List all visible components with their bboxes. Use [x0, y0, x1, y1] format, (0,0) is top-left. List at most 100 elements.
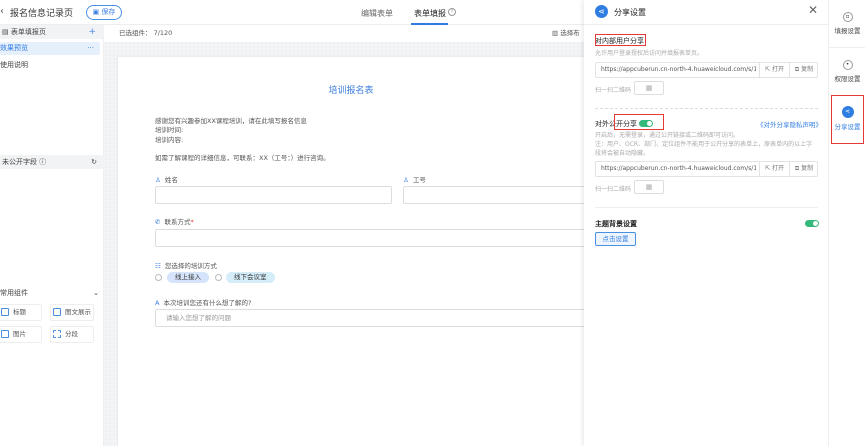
share-settings-drawer: ⋖ 分享设置 ✕ 对内部用户分享 允许用户登录授权后访问并填报表单页。 http… [584, 0, 828, 446]
layout-label: 选择布 [560, 29, 580, 37]
question-input[interactable]: 请输入您想了解的问题 [155, 309, 588, 327]
privacy-link[interactable]: 《对外分享隐私声明》 [757, 119, 822, 129]
close-icon[interactable]: ✕ [808, 3, 818, 17]
copy-label: 复制 [801, 66, 814, 73]
top-header: ‹ 报名信息记录页 ▣ 保存 编辑表单 表单填报 ? [0, 0, 584, 25]
help-icon[interactable]: ? [448, 8, 456, 16]
settings-icon: ▫ [842, 12, 853, 22]
info-icon: ⓘ [39, 158, 47, 166]
page-label: 使用说明 [0, 61, 28, 69]
component-rich-text[interactable]: 图文展示 [50, 304, 94, 321]
list-icon: ☷ [155, 262, 161, 270]
component-section[interactable]: 分段 [50, 326, 94, 343]
required-mark: * [190, 218, 194, 226]
option-online[interactable]: 线上接入 [167, 272, 209, 283]
page-item-preview[interactable]: 效果预览 ··· [0, 42, 100, 55]
theme-toggle[interactable] [805, 220, 819, 227]
component-image[interactable]: 图片 [0, 326, 42, 343]
public-desc-line: 注：用户、OCR、部门、定位组件不能用于公开分享的表单上，原表单内的以上字 [595, 141, 813, 148]
add-icon[interactable]: + [88, 25, 96, 39]
label-text: 联系方式 [164, 218, 191, 226]
radio-online[interactable] [155, 274, 162, 281]
label-text: 您选择的培训方式 [164, 262, 217, 270]
component-label: 图文展示 [65, 308, 91, 316]
public-desc-line: 段将会被自动隐藏。 [595, 150, 650, 157]
name-input[interactable] [155, 186, 392, 204]
component-label: 标题 [13, 308, 26, 316]
title-icon [1, 308, 9, 316]
intro-line: 培训内容: [155, 136, 184, 144]
chevron-down-icon: ⌄ [93, 289, 99, 297]
intro-line: 如需了解课程的详细信息，可联系：XX（工号：）进行咨询。 [155, 154, 330, 162]
page-label: 效果预览 [0, 44, 28, 52]
refresh-icon[interactable]: ↻ [91, 155, 97, 169]
highlight-box [595, 34, 646, 46]
open-label: 打开 [771, 66, 784, 73]
field-label-name: ♙ 姓名 [155, 174, 178, 184]
form-paper: 培训报名表 感谢您有兴趣参加XX课程培训，请在此填写报名信息 培训时间: 培训内… [118, 57, 588, 446]
option-offline[interactable]: 线下会议室 [226, 272, 275, 283]
theme-settings-button[interactable]: 点击设置 [595, 232, 636, 246]
page-title: 报名信息记录页 [10, 9, 74, 19]
qr-label: 扫一扫二维码 [595, 186, 632, 193]
url-text: https://appcuberun.cn-north-4.huaweiclou… [601, 66, 756, 73]
qr-code-button[interactable]: ▦ [634, 180, 664, 194]
label-text: 姓名 [164, 176, 178, 184]
radio-offline[interactable] [215, 274, 222, 281]
qr-label: 扫一扫二维码 [595, 87, 632, 94]
more-icon[interactable]: ··· [87, 42, 94, 55]
user-icon: ♙ [155, 176, 161, 184]
public-url-field[interactable]: https://appcuberun.cn-north-4.huaweiclou… [595, 161, 818, 177]
rail-permission-settings[interactable]: • 权限设置 [829, 60, 865, 83]
copy-button[interactable]: ⧉ 复制 [789, 63, 818, 77]
rail-fill-settings[interactable]: ▫ 填报设置 [829, 12, 865, 35]
rail-label: 填报设置 [834, 27, 861, 35]
left-sidebar: ▤ 表单填报页 + 效果预览 ··· 使用说明 未公开字段 ⓘ ↻ 常用组件 ⌄ 标题 … [0, 25, 104, 446]
shield-icon: • [842, 60, 853, 70]
open-button[interactable]: ⇱ 打开 [759, 63, 789, 77]
selected-count: 已选组件： 7/120 [119, 29, 173, 37]
section-common-components[interactable]: 常用组件 ⌄ [0, 287, 104, 299]
tab-edit-form[interactable]: 编辑表单 [361, 8, 393, 19]
section-form-pages: ▤ 表单填报页 + [0, 25, 104, 39]
copy-label: 复制 [801, 165, 814, 172]
contact-input[interactable] [155, 229, 588, 247]
public-desc-line: 开启后，无需登录，通过公开链接或二维码即可访问。 [595, 132, 740, 139]
save-button[interactable]: ▣ 保存 [86, 5, 122, 20]
open-button[interactable]: ⇱ 打开 [759, 162, 789, 176]
component-label: 图片 [13, 330, 26, 338]
back-icon[interactable]: ‹ [0, 6, 4, 17]
component-title[interactable]: 标题 [0, 304, 42, 321]
copy-button[interactable]: ⧉ 复制 [789, 162, 818, 176]
field-label-contact: ✆ 联系方式* [155, 216, 194, 226]
open-label: 打开 [771, 165, 784, 172]
section-hidden-fields: 未公开字段 ⓘ ↻ [0, 155, 104, 169]
field-label-id: ♙ 工号 [403, 174, 426, 184]
layout-select[interactable]: ▥ 选择布 [552, 25, 580, 42]
internal-share-desc: 允许用户登录授权后访问并填报表单页。 [595, 50, 704, 57]
tab-form-fill[interactable]: 表单填报 [414, 8, 446, 19]
divider [595, 207, 818, 208]
label-text: 本次培训您还有什么想了解的? [163, 299, 252, 307]
text-icon: A [155, 299, 160, 307]
share-icon: ⋖ [595, 5, 608, 18]
highlight-box [831, 95, 864, 144]
right-rail: ▫ 填报设置 • 权限设置 ⋖ 分享设置 [828, 0, 865, 446]
qr-code-button[interactable]: ▦ [634, 81, 664, 95]
phone-icon: ✆ [155, 218, 161, 226]
page-item-instructions[interactable]: 使用说明 [0, 59, 100, 72]
employee-id-input[interactable] [403, 186, 588, 204]
theme-title: 主题背景设置 [595, 220, 637, 228]
highlight-box [614, 114, 664, 130]
form-title: 培训报名表 [328, 86, 374, 96]
divider [829, 47, 865, 48]
field-label-method: ☷ 您选择的培训方式 [155, 260, 217, 270]
intro-line: 培训时间: [155, 126, 184, 134]
section-label: 未公开字段 [2, 158, 37, 166]
divider [595, 108, 818, 109]
internal-url-field[interactable]: https://appcuberun.cn-north-4.huaweiclou… [595, 62, 818, 78]
user-icon: ♙ [403, 176, 409, 184]
canvas-toolbar: 已选组件： 7/120 ▥ 选择布 [104, 25, 584, 42]
label-text: 工号 [412, 176, 426, 184]
section-label: 表单填报页 [10, 28, 46, 36]
